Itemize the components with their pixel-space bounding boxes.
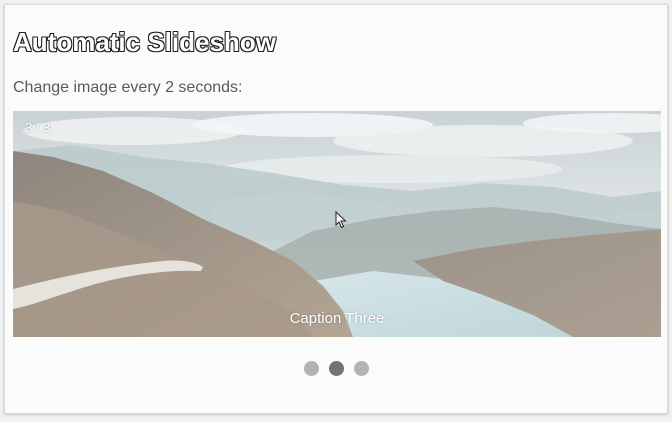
page-title: Automatic Slideshow — [13, 27, 276, 57]
slide-number-text: 3 / 3 — [25, 120, 51, 135]
page-frame: Automatic Slideshow Change image every 2… — [4, 4, 668, 414]
slideshow-container[interactable]: 3 / 3 Caption Three — [13, 111, 661, 337]
mouse-cursor-icon — [335, 211, 347, 229]
page-subtitle: Change image every 2 seconds: — [13, 79, 243, 96]
slide-caption: Caption Three — [289, 310, 385, 327]
slide-dot-2[interactable] — [328, 361, 344, 376]
slide-dot-1[interactable] — [303, 361, 319, 376]
slide-indicator-dots — [5, 361, 667, 376]
slide-dot-3[interactable] — [353, 361, 369, 376]
